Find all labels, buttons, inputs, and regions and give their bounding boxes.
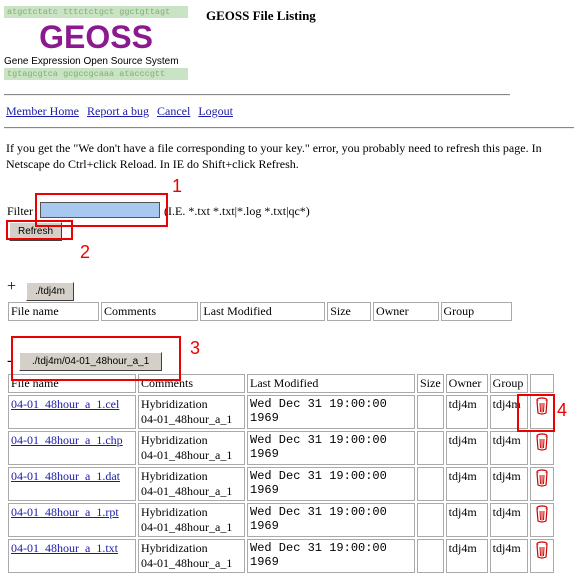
file-name-cell: 04-01_48hour_a_1.dat bbox=[8, 467, 136, 501]
delete-button[interactable] bbox=[529, 503, 554, 537]
col-last-modified: Last Modified bbox=[247, 374, 415, 393]
size-cell bbox=[417, 539, 444, 573]
comments-cell: Hybridization 04-01_48hour_a_1 bbox=[138, 503, 245, 537]
group-cell: tdj4m bbox=[489, 431, 528, 465]
col-delete bbox=[529, 374, 554, 393]
folder-button-tdj4m[interactable]: ./tdj4m bbox=[26, 282, 75, 301]
comment-type: Hybridization bbox=[141, 505, 208, 519]
file-link[interactable]: 04-01_48hour_a_1.rpt bbox=[11, 505, 119, 519]
annotation-box-2 bbox=[6, 220, 73, 240]
filter-label: Filter bbox=[7, 204, 33, 218]
logout-link[interactable]: Logout bbox=[198, 104, 233, 118]
comments-cell: Hybridization 04-01_48hour_a_1 bbox=[138, 467, 245, 501]
member-home-link[interactable]: Member Home bbox=[6, 104, 79, 118]
table-row: 04-01_48hour_a_1.cel Hybridization 04-01_4… bbox=[8, 395, 554, 429]
owner-cell: tdj4m bbox=[445, 467, 488, 501]
modified-cell: Wed Dec 31 19:00:00 1969 bbox=[247, 539, 415, 573]
comments-cell: Hybridization 04-01_48hour_a_1 bbox=[138, 431, 245, 465]
logo-dna-bottom: tgtagcgtca gcgccgcaaa atacccgtt bbox=[4, 68, 188, 80]
modified-cell: Wed Dec 31 19:00:00 1969 bbox=[247, 467, 415, 501]
page-title: GEOSS File Listing bbox=[206, 8, 316, 23]
table-header-row: File name Comments Last Modified Size Ow… bbox=[8, 302, 512, 321]
col-group: Group bbox=[440, 302, 512, 321]
comment-type: Hybridization bbox=[141, 469, 208, 483]
filter-hint: (I.E. *.txt *.txt|*.log *.txt|qc*) bbox=[164, 204, 310, 218]
modified-cell: Wed Dec 31 19:00:00 1969 bbox=[247, 395, 415, 429]
annotation-label-1: 1 bbox=[172, 176, 183, 196]
col-size: Size bbox=[327, 302, 371, 321]
logo-tagline: Gene Expression Open Source System bbox=[4, 56, 179, 67]
col-file-name: File name bbox=[8, 302, 100, 321]
owner-cell: tdj4m bbox=[445, 395, 488, 429]
size-cell bbox=[417, 395, 444, 429]
comments-cell: Hybridization 04-01_48hour_a_1 bbox=[138, 395, 245, 429]
size-cell bbox=[417, 431, 444, 465]
refresh-instructions: If you get the "We don't have a file cor… bbox=[6, 141, 542, 171]
comments-cell: Hybridization 04-01_48hour_a_1 bbox=[138, 539, 245, 573]
modified-cell: Wed Dec 31 19:00:00 1969 bbox=[247, 503, 415, 537]
folder-table-48hour: File name Comments Last Modified Size Ow… bbox=[6, 372, 556, 575]
col-owner: Owner bbox=[372, 302, 439, 321]
comment-type: Hybridization bbox=[141, 541, 208, 555]
divider bbox=[4, 94, 510, 96]
group-cell: tdj4m bbox=[489, 467, 528, 501]
table-row: 04-01_48hour_a_1.txt Hybridization 04-01_4… bbox=[8, 539, 554, 573]
annotation-box-3 bbox=[11, 336, 181, 381]
table-row: 04-01_48hour_a_1.dat Hybridization 04-01_4… bbox=[8, 467, 554, 501]
comment-type: Hybridization bbox=[141, 397, 208, 411]
col-group: Group bbox=[489, 374, 528, 393]
cancel-link[interactable]: Cancel bbox=[157, 104, 190, 118]
owner-cell: tdj4m bbox=[445, 539, 488, 573]
trash-can-icon bbox=[536, 469, 548, 487]
file-name-cell: 04-01_48hour_a_1.txt bbox=[8, 539, 136, 573]
owner-cell: tdj4m bbox=[445, 431, 488, 465]
logo-name: GEOSS bbox=[39, 19, 153, 55]
table-row: 04-01_48hour_a_1.rpt Hybridization 04-01_4… bbox=[8, 503, 554, 537]
comment-sample: 04-01_48hour_a_1 bbox=[141, 520, 233, 534]
group-cell: tdj4m bbox=[489, 503, 528, 537]
file-link[interactable]: 04-01_48hour_a_1.txt bbox=[11, 541, 118, 555]
delete-button[interactable] bbox=[529, 431, 554, 465]
col-last-modified: Last Modified bbox=[200, 302, 326, 321]
comment-sample: 04-01_48hour_a_1 bbox=[141, 556, 233, 570]
annotation-label-3: 3 bbox=[190, 338, 201, 358]
trash-can-icon bbox=[536, 433, 548, 451]
logo-dna-top: atgctctatc tttctctgct ggctgttagt bbox=[4, 6, 188, 18]
group-cell: tdj4m bbox=[489, 539, 528, 573]
delete-button[interactable] bbox=[529, 467, 554, 501]
folder-table-tdj4m: File name Comments Last Modified Size Ow… bbox=[6, 300, 514, 323]
file-name-cell: 04-01_48hour_a_1.cel bbox=[8, 395, 136, 429]
comment-sample: 04-01_48hour_a_1 bbox=[141, 412, 233, 426]
trash-can-icon bbox=[536, 505, 548, 523]
annotation-label-2: 2 bbox=[80, 242, 91, 262]
table-row: 04-01_48hour_a_1.chp Hybridization 04-01_4… bbox=[8, 431, 554, 465]
file-link[interactable]: 04-01_48hour_a_1.cel bbox=[11, 397, 119, 411]
comment-sample: 04-01_48hour_a_1 bbox=[141, 448, 233, 462]
file-link[interactable]: 04-01_48hour_a_1.dat bbox=[11, 469, 120, 483]
owner-cell: tdj4m bbox=[445, 503, 488, 537]
col-owner: Owner bbox=[445, 374, 488, 393]
annotation-label-4: 4 bbox=[557, 400, 568, 420]
divider bbox=[4, 127, 574, 129]
report-bug-link[interactable]: Report a bug bbox=[87, 104, 149, 118]
comment-type: Hybridization bbox=[141, 433, 208, 447]
modified-cell: Wed Dec 31 19:00:00 1969 bbox=[247, 431, 415, 465]
trash-can-icon bbox=[536, 541, 548, 559]
size-cell bbox=[417, 467, 444, 501]
annotation-box-4 bbox=[517, 394, 555, 432]
file-name-cell: 04-01_48hour_a_1.rpt bbox=[8, 503, 136, 537]
geoss-logo: atgctctatc tttctctgct ggctgttagt GEOSS G… bbox=[4, 6, 188, 90]
col-size: Size bbox=[417, 374, 444, 393]
col-comments: Comments bbox=[101, 302, 199, 321]
comment-sample: 04-01_48hour_a_1 bbox=[141, 484, 233, 498]
file-name-cell: 04-01_48hour_a_1.chp bbox=[8, 431, 136, 465]
expand-toggle[interactable]: + bbox=[7, 278, 16, 296]
file-link[interactable]: 04-01_48hour_a_1.chp bbox=[11, 433, 123, 447]
delete-button[interactable] bbox=[529, 539, 554, 573]
nav-bar: Member Home Report a bug Cancel Logout bbox=[6, 104, 238, 119]
size-cell bbox=[417, 503, 444, 537]
